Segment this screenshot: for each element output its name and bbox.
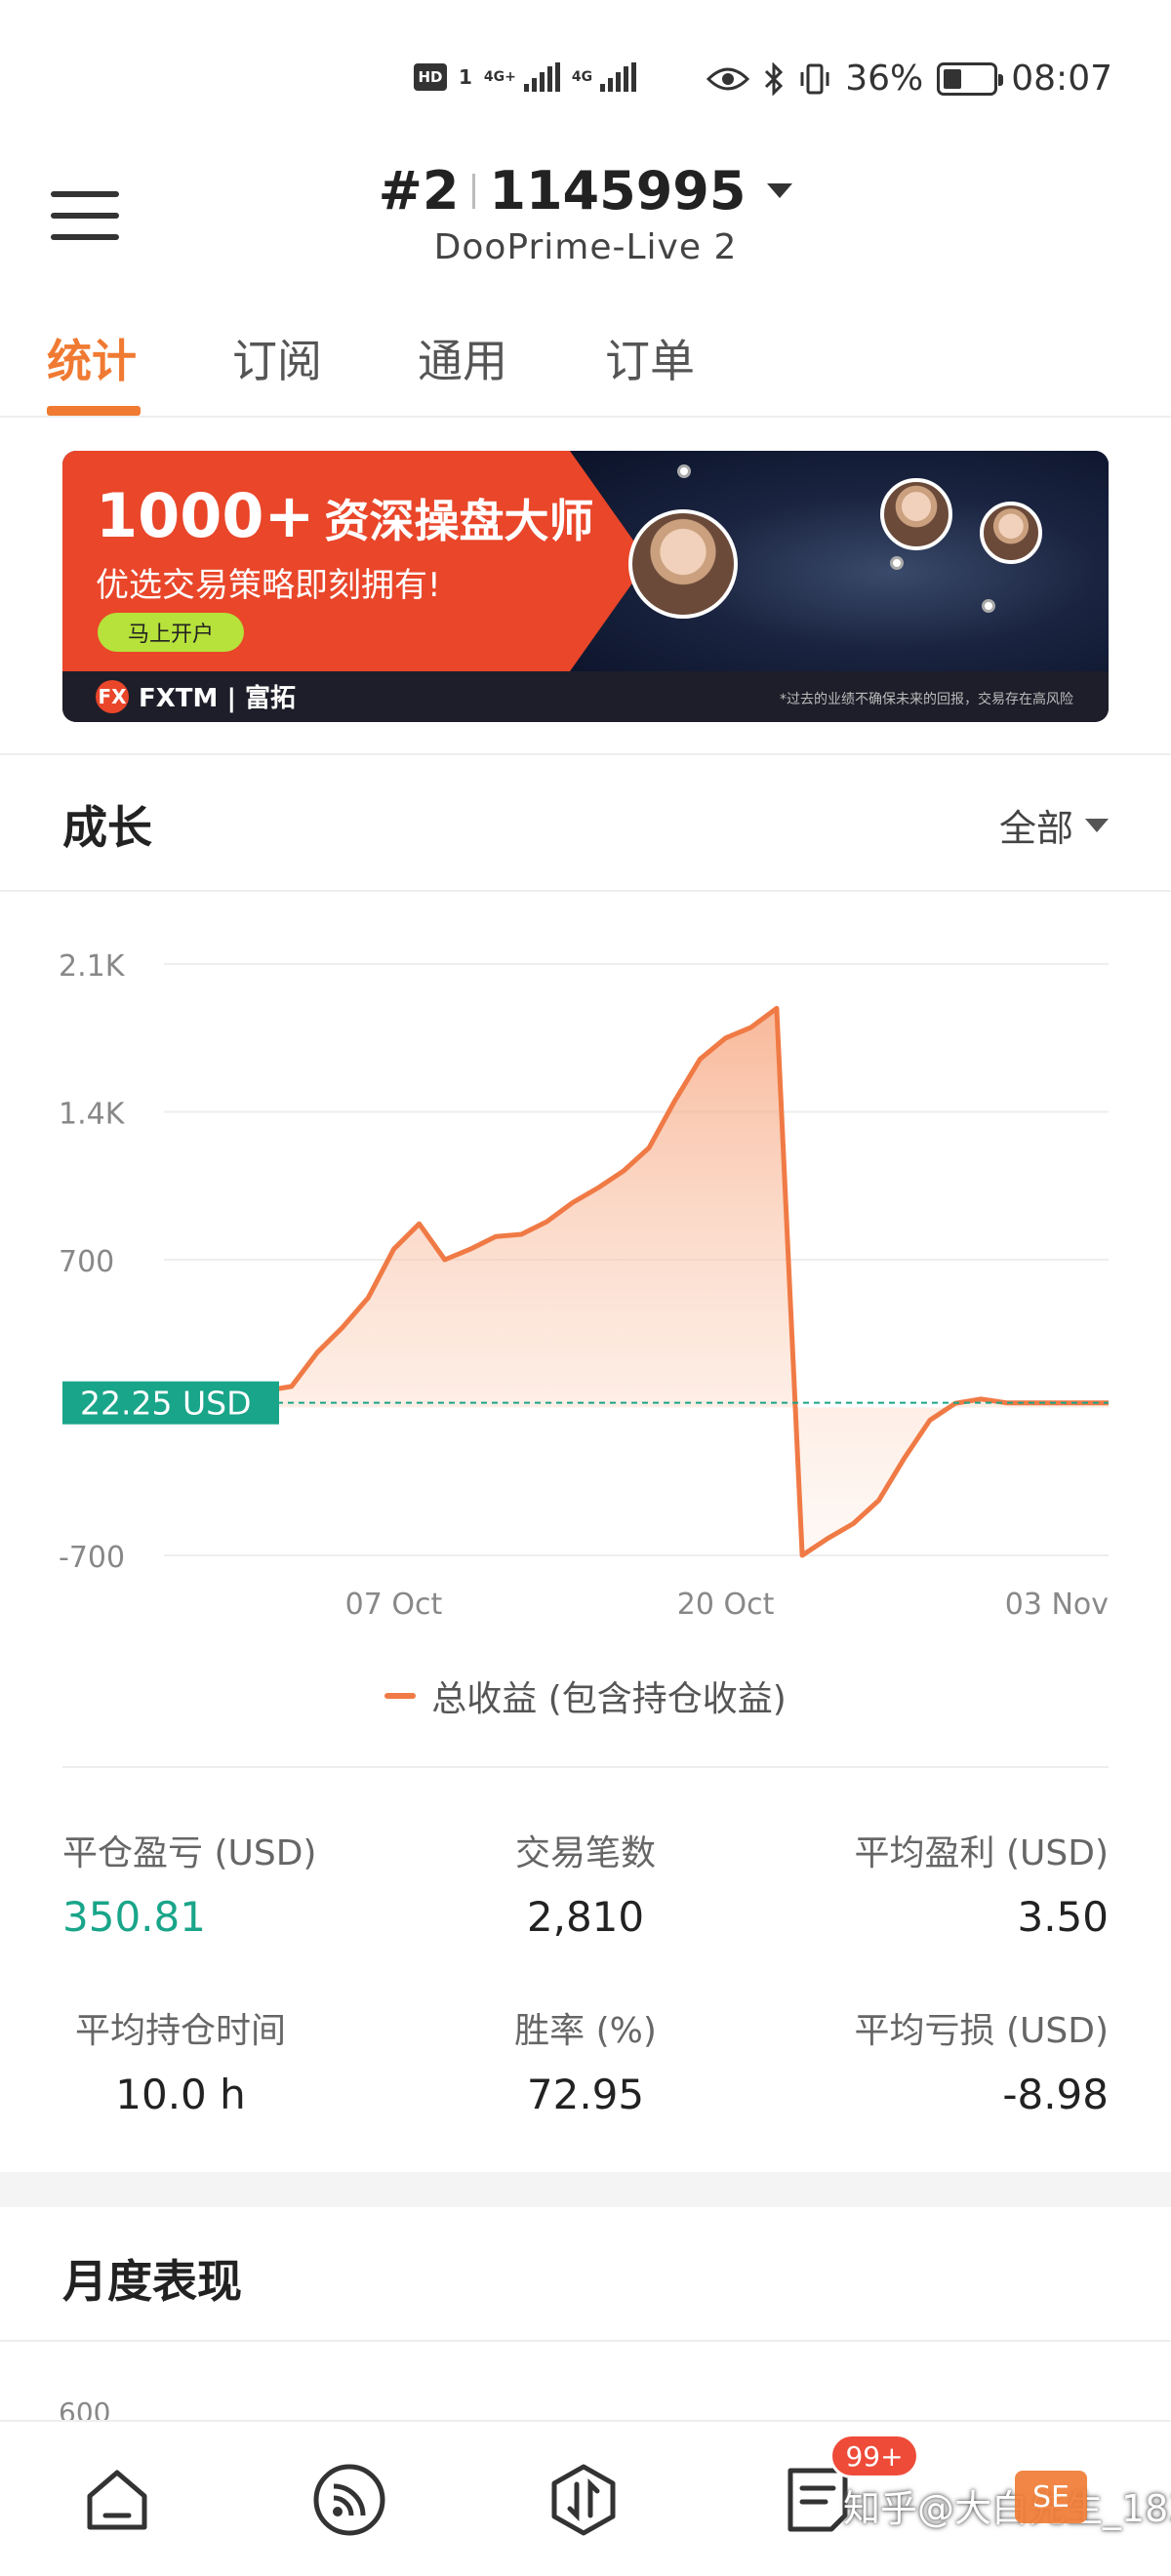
current-value-label: 22.25 USD (80, 1385, 251, 1423)
x-tick-label: 07 Oct (345, 1588, 443, 1622)
bluetooth-icon (765, 61, 784, 96)
x-tick-label: 03 Nov (1005, 1588, 1109, 1622)
notification-badge: 99+ (829, 2434, 919, 2478)
y-tick-label: 1.4K (59, 1098, 126, 1132)
nav-feed[interactable] (310, 2461, 388, 2539)
chevron-down-icon (1085, 818, 1109, 832)
stat-value: -8.98 (1002, 2071, 1109, 2118)
growth-chart[interactable]: 2.1K 1.4K 700 -700 07 Oct 20 Oct 03 Nov 22.25 U… (0, 907, 1171, 1669)
open-account-button[interactable]: 马上开户 (98, 613, 244, 652)
period-filter[interactable]: 全部 (999, 798, 1109, 852)
map-dot (890, 556, 904, 570)
watermark-logo: SE (1015, 2471, 1087, 2523)
series-area (164, 1008, 1109, 1555)
growth-title: 成长 (62, 801, 152, 854)
server-name: DooPrime-Live 2 (433, 227, 738, 267)
signal-icon (523, 62, 560, 92)
divider (0, 890, 1171, 892)
tab-stats[interactable]: 统计 (47, 326, 137, 390)
account-index: #2 (378, 160, 460, 221)
trader-avatar-main (628, 509, 738, 619)
eye-icon (707, 67, 750, 90)
promo-banner[interactable]: 1000+ 资深操盘大师 优选交易策略即刻拥有! 马上开户 FX FXTM | 富… (62, 451, 1109, 722)
stat-avg-profit: 平均盈利 (USD) 3.50 (718, 1825, 1109, 1941)
fxtm-logo: FX FXTM | 富拓 (96, 678, 296, 714)
tab-orders[interactable]: 订单 (605, 326, 695, 390)
network-label: 4G+ (483, 69, 516, 85)
stat-value: 10.0 h (115, 2071, 246, 2118)
banner-subtitle: 优选交易策略即刻拥有! (96, 566, 441, 605)
trader-avatar (880, 478, 952, 550)
hd-icon: HD (414, 63, 447, 91)
banner-title: 1000+ 资深操盘大师 (96, 480, 594, 551)
trader-avatar (980, 502, 1042, 564)
chevron-down-icon (767, 183, 793, 198)
feed-icon (313, 2464, 385, 2536)
divider (472, 173, 476, 209)
home-icon (87, 2470, 147, 2530)
banner-disclaimer: *过去的业绩不确保未来的回报，交易存在高风险 (780, 692, 1073, 707)
fxtm-logo-icon: FX (96, 679, 129, 713)
tab-general[interactable]: 通用 (418, 326, 507, 390)
nav-home[interactable] (78, 2461, 156, 2539)
divider (0, 753, 1171, 755)
y-tick-label: 2.1K (59, 949, 126, 984)
stat-avg-holding: 平均持仓时间 10.0 h (49, 2002, 312, 2118)
divider (0, 2340, 1171, 2342)
account-number: 1145995 (489, 160, 747, 221)
x-tick-label: 20 Oct (677, 1588, 775, 1622)
sim-label: 1 (459, 65, 472, 89)
monthly-title: 月度表现 (62, 2255, 242, 2308)
active-tab-indicator (47, 406, 141, 416)
app-header: #2 1145995 DooPrime-Live 2 (0, 146, 1171, 293)
watermark: 知乎@大白先生_183 (843, 2487, 1171, 2530)
y-tick-label: 700 (59, 1245, 114, 1279)
tab-bar: 统计 订阅 通用 订单 (0, 312, 1171, 418)
stat-value: 3.50 (1017, 1893, 1109, 1941)
account-selector[interactable]: #2 1145995 DooPrime-Live 2 (0, 160, 1171, 267)
status-bar: HD 1 4G+ 4G 36% 08:07 (0, 0, 1171, 146)
section-gap (0, 2172, 1171, 2207)
battery-icon (937, 61, 1004, 96)
chart-legend[interactable]: 总收益 (包含持仓收益) (0, 1670, 1171, 1721)
clock: 08:07 (1011, 59, 1112, 99)
nav-trade[interactable] (545, 2461, 623, 2539)
legend-swatch (384, 1693, 417, 1699)
legend-label: 总收益 (包含持仓收益) (431, 1679, 787, 1719)
stat-avg-loss: 平均亏损 (USD) -8.98 (718, 2002, 1109, 2118)
signal-icon-2 (600, 62, 637, 92)
network-label-2: 4G (571, 69, 593, 85)
vibrate-icon (800, 63, 829, 94)
battery-percent: 36% (845, 59, 924, 99)
y-tick-label: -700 (59, 1541, 125, 1575)
map-dot (677, 464, 691, 478)
divider (62, 1766, 1109, 1768)
map-dot (982, 599, 995, 613)
trade-icon (551, 2464, 616, 2536)
tab-subscribe[interactable]: 订阅 (232, 326, 322, 390)
